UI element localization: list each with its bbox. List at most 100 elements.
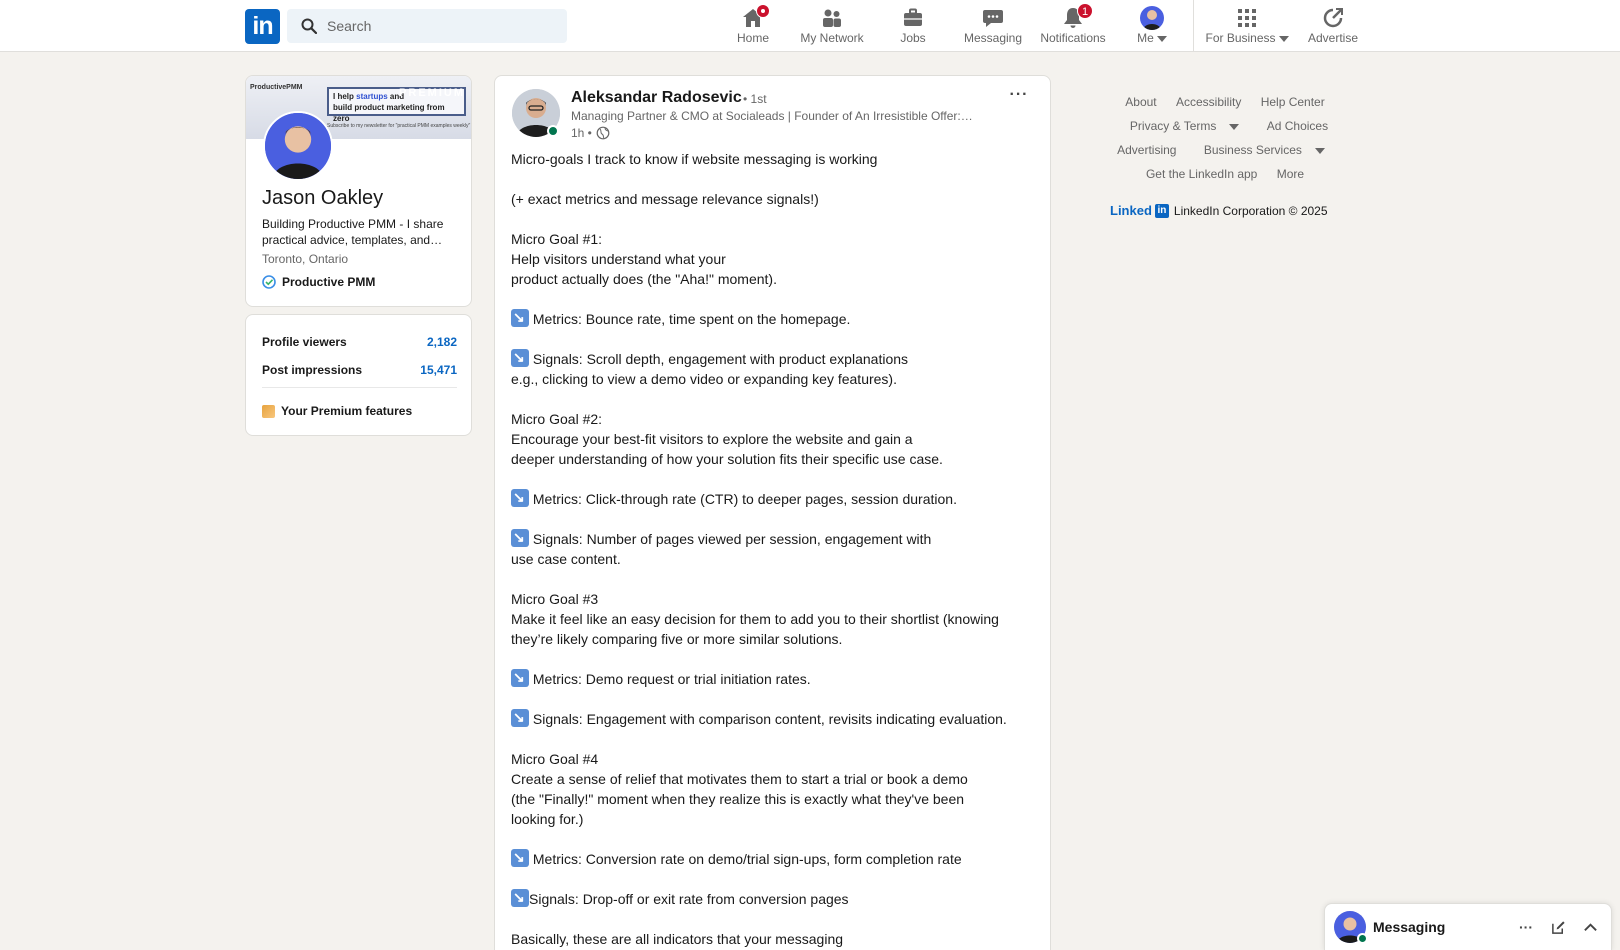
footer-about-link[interactable]: About	[1125, 95, 1156, 109]
chevron-up-icon	[1583, 923, 1597, 931]
post-line: Metrics: Conversion rate on demo/trial s…	[511, 848, 1041, 869]
post-line-text: (the "Finally!" moment when they realize…	[511, 791, 965, 807]
expand-messaging-button[interactable]	[1579, 916, 1601, 938]
post-line: Micro Goal #1:	[511, 229, 1041, 249]
search-input[interactable]	[327, 9, 557, 43]
nav-advertise[interactable]: Advertise	[1303, 0, 1363, 52]
footer-row: Get the LinkedIn app More	[1105, 167, 1345, 185]
banner-brand: ProductivePMM	[250, 84, 303, 91]
nav-my-network[interactable]: My Network	[796, 0, 868, 52]
footer-advertising-link[interactable]: Advertising	[1117, 143, 1176, 157]
advertise-icon	[1323, 8, 1343, 28]
divider	[262, 387, 457, 388]
post-line-text: (+ exact metrics and message relevance s…	[511, 191, 819, 207]
footer-row: Privacy & Terms Ad Choices	[1105, 119, 1345, 137]
nav-me[interactable]: Me	[1128, 0, 1176, 52]
nav-messaging-label: Messaging	[963, 31, 1023, 45]
search-bar[interactable]	[287, 9, 567, 43]
post-line	[511, 569, 1041, 589]
post-impressions-row[interactable]: Post impressions 15,471	[262, 363, 457, 381]
people-icon	[823, 9, 841, 27]
footer-help-center-link[interactable]: Help Center	[1261, 95, 1325, 109]
post-line	[511, 829, 1041, 849]
me-avatar	[1140, 6, 1164, 30]
profile-viewers-row[interactable]: Profile viewers 2,182	[262, 335, 457, 353]
profile-viewers-value: 2,182	[426, 335, 457, 349]
profile-avatar[interactable]	[263, 111, 333, 181]
premium-features-link[interactable]: Your Premium features	[262, 404, 412, 418]
copyright: LinkedIn Corporation © 2025	[1173, 203, 1328, 218]
post-line: Metrics: Click-through rate (CTR) to dee…	[511, 488, 1041, 509]
post-line: (+ exact metrics and message relevance s…	[511, 189, 1041, 209]
post-impressions-value: 15,471	[420, 363, 457, 377]
post-author-headline: Managing Partner & CMO at Socialeads | F…	[571, 109, 973, 123]
post-line-text: Micro-goals I track to know if website m…	[511, 151, 878, 167]
arrow-down-right-icon	[511, 308, 529, 327]
footer-more-link[interactable]: More	[1277, 167, 1304, 181]
post-line: Signals: Drop-off or exit rate from conv…	[511, 888, 1041, 909]
briefcase-icon	[904, 8, 922, 26]
post-menu-button[interactable]: ···	[1007, 86, 1031, 106]
compose-button[interactable]	[1547, 916, 1569, 938]
post-line-text: Metrics: Bounce rate, time spent on the …	[529, 311, 851, 327]
post-line	[511, 909, 1041, 929]
online-indicator	[547, 125, 559, 137]
post-line: Micro Goal #3	[511, 589, 1041, 609]
post-line: Encourage your best-fit visitors to expl…	[511, 429, 1041, 449]
post-line-text: Basically, these are all indicators that…	[511, 931, 844, 947]
profile-company[interactable]: Productive PMM	[262, 275, 375, 289]
feed-post: Aleksandar Radosevic • 1st Managing Part…	[494, 75, 1051, 950]
profile-name[interactable]: Jason Oakley	[262, 187, 383, 210]
post-line	[511, 469, 1041, 489]
post-line: looking for.)	[511, 809, 1041, 829]
nav-divider	[1193, 0, 1194, 52]
post-line: Metrics: Demo request or trial initiatio…	[511, 668, 1041, 689]
post-line: Basically, these are all indicators that…	[511, 929, 1041, 949]
footer-get-app-link[interactable]: Get the LinkedIn app	[1146, 167, 1257, 181]
nav-jobs[interactable]: Jobs	[889, 0, 937, 52]
post-line	[511, 689, 1041, 709]
chevron-down-icon	[1314, 147, 1325, 154]
nav-advertise-label: Advertise	[1307, 31, 1359, 45]
profile-location: Toronto, Ontario	[262, 252, 349, 266]
nav-for-business-label: For Business	[1203, 31, 1291, 45]
footer-row: About Accessibility Help Center	[1105, 95, 1345, 113]
nav-for-business[interactable]: For Business	[1203, 0, 1291, 52]
footer-ad-choices-link[interactable]: Ad Choices	[1267, 119, 1328, 133]
linkedin-logo[interactable]: in	[245, 9, 280, 44]
post-line-text: looking for.)	[511, 811, 584, 827]
post-author-name[interactable]: Aleksandar Radosevic	[571, 89, 742, 107]
arrow-down-right-icon	[511, 488, 529, 507]
chevron-down-icon	[1229, 123, 1240, 130]
messaging-dock[interactable]: Messaging ···	[1324, 903, 1612, 950]
post-line-text: Signals: Engagement with comparison cont…	[529, 711, 1007, 727]
post-line	[511, 169, 1041, 189]
nav-home[interactable]: Home	[732, 0, 774, 52]
premium-icon	[262, 404, 275, 418]
nav-my-network-label: My Network	[800, 31, 864, 45]
chat-icon	[983, 10, 1003, 27]
profile-viewers-label: Profile viewers	[262, 335, 347, 349]
post-line-text: Micro Goal #3	[511, 591, 599, 607]
nav-notifications[interactable]: 1 Notifications	[1035, 0, 1111, 52]
grid-icon	[1238, 9, 1256, 27]
post-line	[511, 649, 1041, 669]
search-icon	[301, 18, 317, 34]
footer-privacy-terms-link[interactable]: Privacy & Terms	[1122, 119, 1247, 133]
messaging-label: Messaging	[1373, 919, 1446, 935]
compose-icon	[1551, 921, 1565, 934]
post-line-text: Signals: Scroll depth, engagement with p…	[529, 351, 909, 367]
footer-business-services-link[interactable]: Business Services	[1196, 143, 1333, 157]
messaging-more-button[interactable]: ···	[1515, 916, 1537, 938]
post-line	[511, 729, 1041, 749]
nav-messaging[interactable]: Messaging	[960, 0, 1026, 52]
post-line-text: Create a sense of relief that motivates …	[511, 771, 968, 787]
footer-accessibility-link[interactable]: Accessibility	[1176, 95, 1241, 109]
post-body: Micro-goals I track to know if website m…	[511, 149, 1041, 949]
stats-card: Profile viewers 2,182 Post impressions 1…	[245, 314, 472, 436]
post-line-text: product actually does (the "Aha!" moment…	[511, 271, 777, 287]
post-line-text: Metrics: Conversion rate on demo/trial s…	[529, 851, 962, 867]
post-line: Make it feel like an easy decision for t…	[511, 609, 1041, 629]
connection-degree: • 1st	[743, 92, 767, 106]
post-line-text: Help visitors understand what your	[511, 251, 726, 267]
